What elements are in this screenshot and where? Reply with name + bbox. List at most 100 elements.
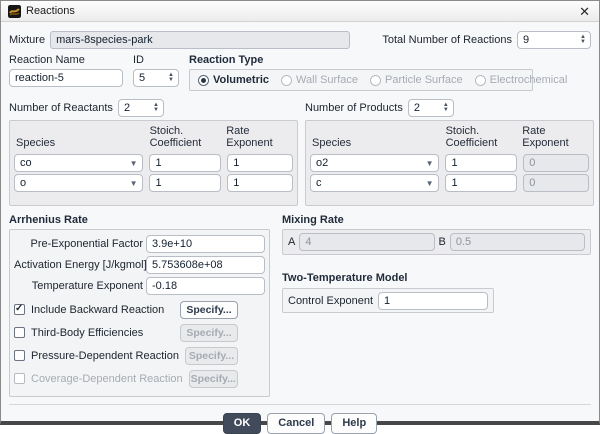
reactant-species-value: co [20,157,32,169]
pressure-dependent-label: Pressure-Dependent Reaction [31,349,179,362]
checkbox-checked-icon[interactable] [14,304,25,315]
reaction-id-value[interactable]: 5 [134,70,164,86]
reactants-count-row: Number of Reactants 2 ▲ ▼ [9,98,298,118]
product-species-dropdown[interactable]: o2 ▼ [310,154,440,172]
mixing-rate-b-field: 0.5 [449,233,585,251]
total-reactions-value[interactable]: 9 [518,32,576,48]
spinner-arrows-icon[interactable]: ▲ ▼ [149,100,163,116]
products-count-stepper[interactable]: 2 ▲ ▼ [407,99,454,117]
reaction-id-group: ID 5 ▲ ▼ [133,54,179,91]
two-temperature-title: Two-Temperature Model [282,272,408,284]
specify-coverage-button: Specify... [188,369,238,388]
reactant-species-dropdown[interactable]: o ▼ [14,174,144,192]
products-count-row: Number of Products 2 ▲ ▼ [305,98,594,118]
reaction-id-label: ID [133,54,144,66]
mixing-rate-a-field: 4 [299,233,435,251]
control-exponent-field[interactable]: 1 [378,291,488,310]
reaction-type-group: Reaction Type Volumetric Wall Surface Pa… [189,54,567,91]
title-bar[interactable]: Reactions ✕ [1,1,599,22]
radio-volumetric[interactable]: Volumetric [198,74,269,86]
reaction-id-stepper[interactable]: 5 ▲ ▼ [133,69,179,87]
col-stoich-coefficient: Stoich. Coefficient [445,125,498,149]
ok-button[interactable]: OK [222,413,262,434]
col-rate-exponent: Rate Exponent [522,125,569,149]
radio-particle-surface: Particle Surface [369,74,463,86]
spinner-arrows-icon[interactable]: ▲ ▼ [164,70,178,86]
reaction-name-field[interactable]: reaction-5 [9,69,123,87]
mixing-rate-title: Mixing Rate [282,214,344,226]
table-row: co ▼ 1 1 [14,154,293,172]
radio-wall-surface-label: Wall Surface [296,74,358,86]
activation-energy-label: Activation Energy [J/kgmol] [14,259,147,271]
close-icon[interactable]: ✕ [577,5,592,18]
product-coeff-field[interactable]: 1 [445,174,518,192]
mixture-row: Mixture mars-8species-park Total Number … [9,31,591,49]
radio-icon [369,74,381,86]
pre-exponential-field[interactable]: 3.9e+10 [146,235,265,253]
specify-pressure-button: Specify... [184,346,238,365]
radio-electrochemical-label: Electrochemical [489,74,568,86]
spinner-arrows-icon[interactable]: ▲ ▼ [576,32,590,48]
checkbox-icon[interactable] [14,327,25,338]
specify-third-body-button: Specify... [180,323,238,342]
product-rate-field: 0 [523,154,589,172]
pre-exponential-row: Pre-Exponential Factor 3.9e+10 [14,235,265,253]
activation-energy-row: Activation Energy [J/kgmol] 5.753608e+08 [14,256,265,274]
radio-electrochemical: Electrochemical [474,74,568,86]
radio-selected-icon[interactable] [198,74,209,86]
reactant-coeff-field[interactable]: 1 [149,174,222,192]
reactants-count-value[interactable]: 2 [119,100,149,116]
specify-backward-button[interactable]: Specify... [180,300,238,319]
control-exponent-box: Control Exponent 1 [282,288,494,313]
checkbox-icon[interactable] [14,350,25,361]
dialog-body: Mixture mars-8species-park Total Number … [1,22,599,434]
activation-energy-field[interactable]: 5.753608e+08 [146,256,265,274]
reaction-row: Reaction Name reaction-5 ID 5 ▲ ▼ Reactio… [9,54,591,91]
spinner-arrows-icon[interactable]: ▲ ▼ [439,100,453,116]
table-row: c ▼ 1 0 [310,174,589,192]
third-body-label: Third-Body Efficiencies [31,326,144,339]
product-coeff-field[interactable]: 1 [445,154,518,172]
mixing-rate-b-label: B [438,236,446,248]
total-reactions-stepper[interactable]: 9 ▲ ▼ [517,31,591,49]
chevron-down-icon: ▼ [425,158,434,168]
backward-reaction-label: Include Backward Reaction [31,303,165,316]
col-stoich-coefficient: Stoich. Coefficient [149,125,202,149]
cancel-button[interactable]: Cancel [267,413,326,434]
pre-exponential-label: Pre-Exponential Factor [30,238,144,250]
coverage-dependent-row: Coverage-Dependent Reaction Specify... [14,367,265,390]
reactants-panel: Number of Reactants 2 ▲ ▼ Species Stoich.… [9,98,298,206]
col-species: Species [312,137,352,149]
product-species-dropdown[interactable]: c ▼ [310,174,440,192]
chevron-down-icon: ▼ [129,178,138,188]
pressure-dependent-row: Pressure-Dependent Reaction Specify... [14,344,265,367]
reaction-type-label: Reaction Type [189,54,264,66]
chevron-down-icon: ▼ [129,158,138,168]
temperature-exponent-field[interactable]: -0.18 [146,277,265,295]
col-species: Species [16,137,56,149]
reactants-count-label: Number of Reactants [9,102,113,114]
col-rate-exponent: Rate Exponent [226,125,273,149]
reactant-rate-field[interactable]: 1 [227,174,293,192]
reactants-count-stepper[interactable]: 2 ▲ ▼ [117,99,164,117]
right-column: Mixing Rate A 4 B 0.5 Two-Temperature Mo… [282,214,591,397]
products-count-value[interactable]: 2 [409,100,439,116]
table-row: o ▼ 1 1 [14,174,293,192]
table-row: o2 ▼ 1 0 [310,154,589,172]
reactant-species-dropdown[interactable]: co ▼ [14,154,144,172]
total-reactions-label: Total Number of Reactions [382,34,512,46]
reactant-rate-field[interactable]: 1 [227,154,293,172]
backward-reaction-row: Include Backward Reaction Specify... [14,298,265,321]
reactants-table-header: Species Stoich. Coefficient Rate Exponen… [14,124,293,152]
arrhenius-title: Arrhenius Rate [9,214,88,226]
help-button[interactable]: Help [331,413,378,434]
product-species-value: c [316,177,322,189]
footer-buttons: OK Cancel Help [9,404,591,434]
total-reactions-group: Total Number of Reactions 9 ▲ ▼ [382,31,591,49]
arrhenius-box: Pre-Exponential Factor 3.9e+10 Activatio… [9,229,270,397]
radio-particle-surface-label: Particle Surface [384,74,463,86]
checkbox-icon [14,373,25,384]
mixture-label: Mixture [9,34,46,46]
reactant-coeff-field[interactable]: 1 [149,154,222,172]
radio-icon [474,74,486,86]
